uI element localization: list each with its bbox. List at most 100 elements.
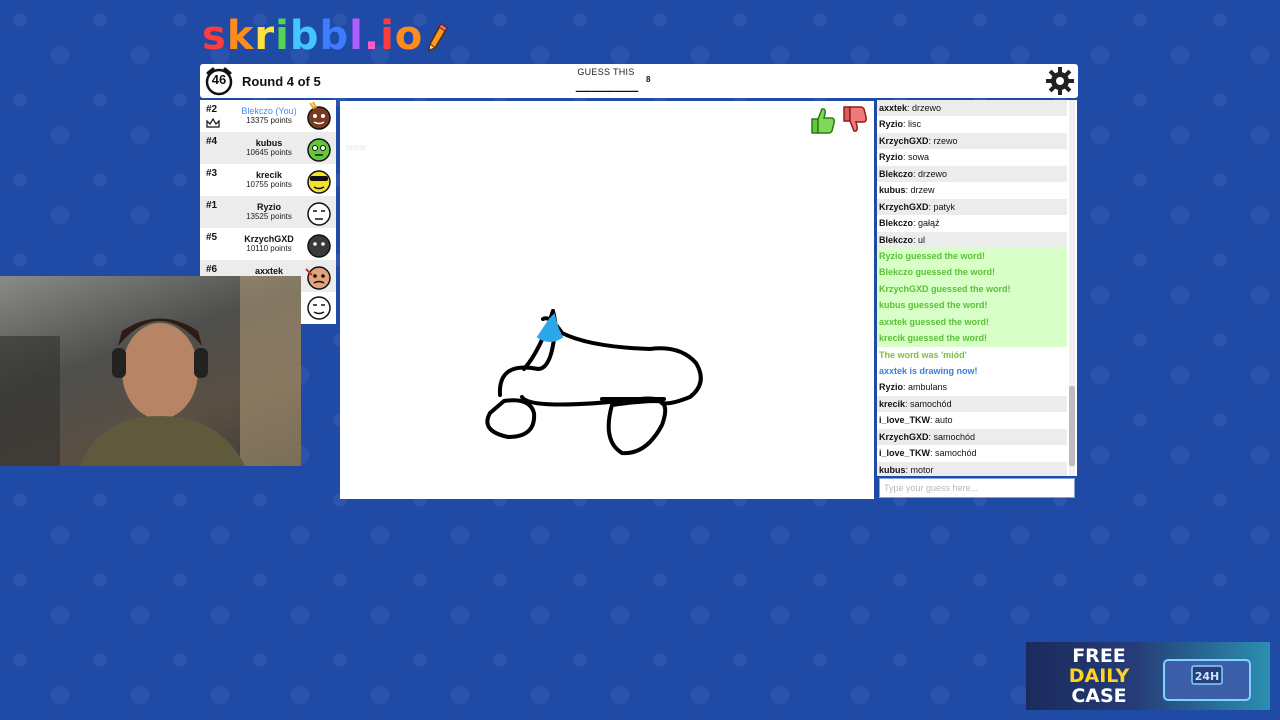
player-row[interactable]: #5 KrzychGXD 10110 points bbox=[200, 228, 336, 260]
chat-message-text: samochód bbox=[933, 431, 976, 442]
chat-message: The word was 'miód' bbox=[877, 346, 1067, 363]
round-timer: 46 bbox=[211, 72, 227, 87]
player-rank: #6 bbox=[206, 264, 218, 275]
chat-message: i_love_TKW: auto bbox=[879, 415, 953, 426]
chat-panel: axxtek: drzewo Ryzio: lisc KrzychGXD: rzew… bbox=[877, 100, 1077, 476]
chat-message-text: drzewo bbox=[918, 168, 948, 179]
player-row[interactable]: #4 kubus 10645 points bbox=[200, 132, 336, 164]
streamer-silhouette bbox=[0, 276, 301, 466]
canvas-ghost-text: motor bbox=[346, 143, 367, 152]
avatar bbox=[307, 296, 331, 320]
player-row[interactable]: #3 krecik 10755 points bbox=[200, 164, 336, 196]
player-rank: #1 bbox=[206, 200, 218, 211]
chat-message-user: i_love_TKW bbox=[879, 415, 931, 426]
settings-gear-icon[interactable] bbox=[1046, 67, 1074, 95]
chat-message-text: axxtek guessed the word! bbox=[879, 316, 990, 327]
player-rank: #4 bbox=[206, 136, 218, 147]
avatar bbox=[307, 234, 331, 258]
player-name: axxtek bbox=[254, 266, 284, 276]
chat-message: kubus guessed the word! bbox=[877, 297, 1067, 314]
chat-message-text: lisc bbox=[908, 119, 922, 130]
chat-message-text: ambulans bbox=[908, 382, 948, 393]
promo-line-free: FREE bbox=[1072, 645, 1126, 667]
chat-message-text: auto bbox=[935, 415, 953, 426]
chat-message-user: krecik bbox=[879, 398, 906, 409]
avatar bbox=[307, 202, 331, 226]
chat-message-text: The word was 'miód' bbox=[879, 349, 967, 360]
chat-message: Ryzio: ambulans bbox=[879, 382, 948, 393]
player-rank: #5 bbox=[206, 232, 218, 243]
chat-message-text: sowa bbox=[908, 152, 930, 163]
chat-message-text: krecik guessed the word! bbox=[879, 333, 988, 344]
chat-message: i_love_TKW: samochód bbox=[879, 448, 977, 459]
chat-message-user: KrzychGXD bbox=[879, 201, 929, 212]
chat-message-user: Ryzio bbox=[879, 119, 904, 130]
chat-message-user: Blekczo bbox=[879, 234, 914, 245]
chat-message-text: Blekczo guessed the word! bbox=[879, 267, 996, 278]
player-points: 10755 points bbox=[246, 180, 292, 189]
case-icon: 24H bbox=[1163, 659, 1251, 701]
drawing-canvas[interactable]: motor bbox=[340, 101, 874, 499]
word-hint-blanks: ________ bbox=[575, 78, 639, 93]
player-name: krecik bbox=[255, 170, 283, 180]
chat-messages: axxtek: drzewo Ryzio: lisc KrzychGXD: rzew… bbox=[877, 100, 1067, 476]
chat-message-user: KrzychGXD bbox=[879, 431, 929, 442]
chat-message-text: motor bbox=[910, 464, 934, 475]
chat-scrollbar-thumb[interactable] bbox=[1069, 386, 1075, 466]
chat-message-text: kubus guessed the word! bbox=[879, 300, 988, 311]
webcam-overlay bbox=[0, 276, 301, 466]
thumbs-down-icon[interactable] bbox=[840, 105, 868, 135]
player-rank: #2 bbox=[206, 104, 218, 115]
chat-message: Blekczo: gałąź bbox=[879, 218, 940, 229]
chat-message-text: patyk bbox=[933, 201, 956, 212]
player-row[interactable]: #1 Ryzio 13525 points bbox=[200, 196, 336, 228]
chat-message: KrzychGXD guessed the word! bbox=[877, 280, 1067, 298]
guess-input[interactable] bbox=[879, 478, 1075, 498]
promo-line-case: CASE bbox=[1071, 685, 1127, 707]
chat-message-user: Blekczo bbox=[879, 218, 914, 229]
player-points: 10110 points bbox=[246, 244, 292, 253]
player-points: 13525 points bbox=[246, 212, 292, 221]
chat-message-user: kubus bbox=[879, 464, 906, 475]
player-row[interactable]: #2 Blekczo (You) 13375 points bbox=[200, 100, 336, 132]
player-points: 10645 points bbox=[246, 148, 292, 157]
chat-message-text: ul bbox=[918, 234, 926, 245]
chat-message: Ryzio guessed the word! bbox=[877, 247, 1067, 265]
chat-message: krecik: samochód bbox=[877, 395, 1067, 413]
free-daily-case-banner[interactable]: FREE DAILY CASE 24H bbox=[1026, 642, 1270, 710]
player-name: Blekczo (You) bbox=[241, 106, 297, 116]
skribbl-logo: skribbl.io bbox=[202, 14, 449, 58]
word-length: 8 bbox=[646, 75, 651, 84]
avatar bbox=[307, 170, 331, 194]
chat-message: Ryzio: lisc bbox=[879, 119, 922, 130]
chat-message: KrzychGXD: samochód bbox=[877, 428, 1067, 446]
chat-message: Blekczo: drzewo bbox=[877, 165, 1067, 183]
chat-message: KrzychGXD: patyk bbox=[877, 198, 1067, 216]
player-row[interactable] bbox=[300, 292, 336, 324]
chat-message: axxtek guessed the word! bbox=[877, 313, 1067, 331]
chat-message-user: i_love_TKW bbox=[879, 448, 931, 459]
chat-message-text: drzew bbox=[910, 185, 935, 196]
chat-message: axxtek: drzewo bbox=[877, 100, 1067, 117]
promo-line-daily: DAILY bbox=[1068, 665, 1130, 687]
crown-icon bbox=[206, 118, 220, 128]
promo-text: FREE DAILY CASE bbox=[1056, 646, 1142, 706]
chat-message-user: Ryzio bbox=[879, 152, 904, 163]
chat-message: KrzychGXD: rzewo bbox=[877, 132, 1067, 150]
chat-message: axxtek is drawing now! bbox=[877, 363, 1067, 379]
chat-message-user: Blekczo bbox=[879, 168, 914, 179]
guess-this-label: GUESS THIS bbox=[577, 67, 635, 77]
player-name: kubus bbox=[255, 138, 283, 148]
chat-message: kubus: drzew bbox=[879, 185, 935, 196]
chat-message: krecik guessed the word! bbox=[877, 330, 1067, 347]
chat-message-user: kubus bbox=[879, 185, 906, 196]
chat-message-text: gałąź bbox=[918, 218, 940, 229]
chat-message-user: axxtek bbox=[879, 103, 908, 113]
chat-message-text: samochód bbox=[910, 398, 952, 409]
game-header-bar: 46 Round 4 of 5 GUESS THIS ________ 8 bbox=[200, 64, 1078, 98]
player-drawing bbox=[485, 309, 703, 456]
thumbs-up-icon[interactable] bbox=[808, 105, 836, 135]
player-name: Ryzio bbox=[256, 202, 281, 212]
player-rank: #3 bbox=[206, 168, 218, 179]
avatar bbox=[307, 101, 331, 130]
